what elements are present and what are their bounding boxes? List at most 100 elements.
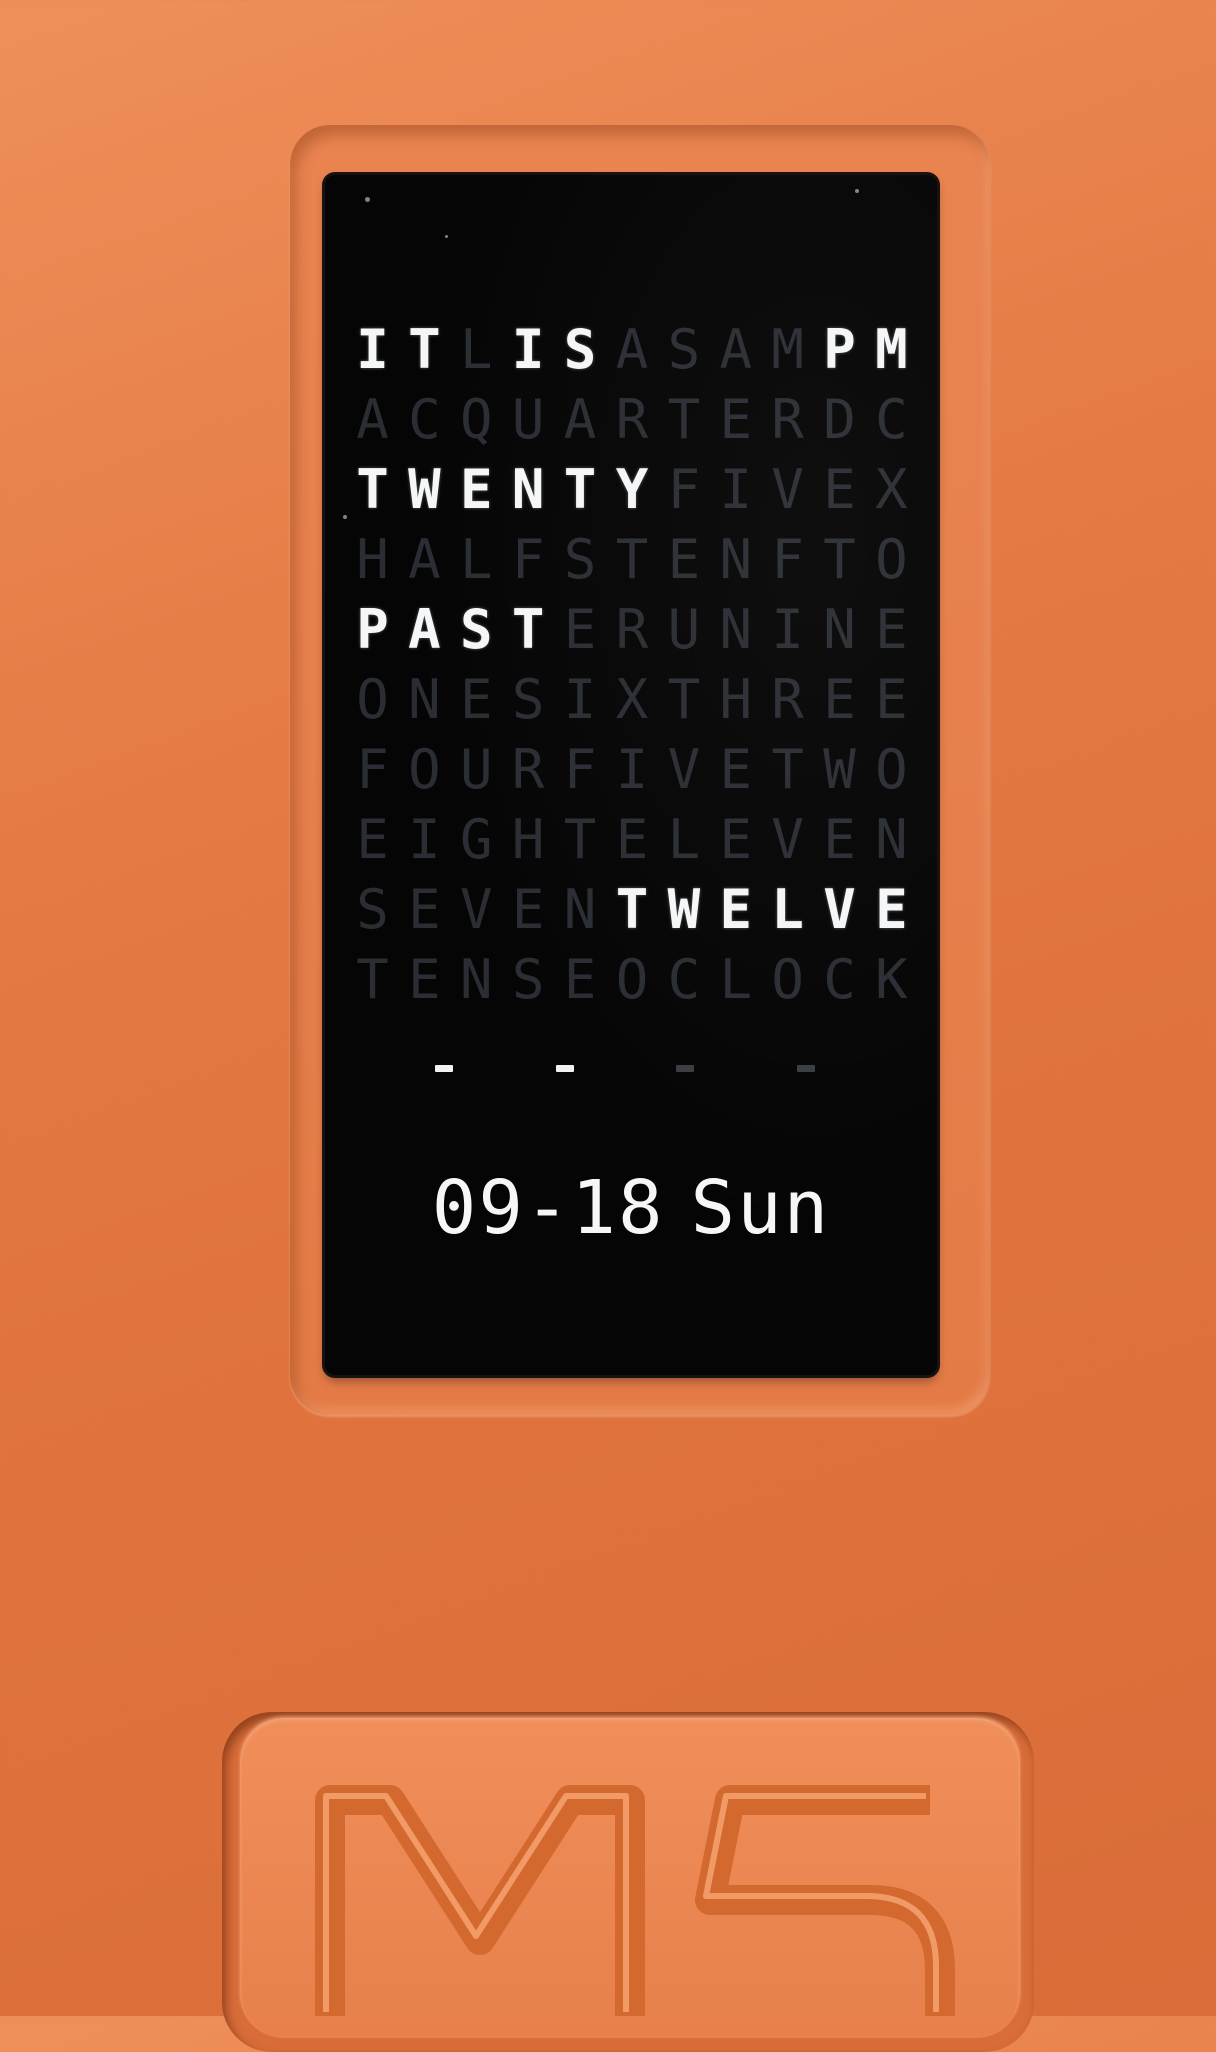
unlit-letter: N [408,668,441,731]
unlit-letter: L [460,318,493,381]
lit-letter: E [460,458,493,521]
grid-row: FOURFIVETWO [347,735,917,805]
unlit-letter: R [511,738,545,801]
unlit-letter: S [667,318,701,381]
unlit-letter: G [460,808,493,871]
unlit-letter: I [771,598,804,661]
word-clock-display: ITLISASAMPMACQUARTERDCTWENTYFIVEXHALFSTE… [325,175,937,1375]
unlit-letter: A [408,528,441,591]
unlit-letter: U [511,388,545,451]
grid-row: ONESIXTHREE [347,665,917,735]
lit-letter: N [511,458,545,521]
grid-row: SEVENTWELVE [347,875,917,945]
unlit-letter: H [511,808,545,871]
letter-grid: ITLISASAMPMACQUARTERDCTWENTYFIVEXHALFSTE… [347,315,917,1015]
lit-letter: T [356,458,389,521]
unlit-letter: O [356,668,389,731]
unlit-letter: C [823,948,856,1011]
unlit-letter: E [719,388,752,451]
lit-letter: T [511,598,545,661]
lit-letter: W [408,458,441,521]
unlit-letter: E [823,458,856,521]
lit-letter: I [511,318,545,381]
device-body: ITLISASAMPMACQUARTERDCTWENTYFIVEXHALFSTE… [0,0,1216,2052]
unlit-letter: F [667,458,701,521]
lit-letter: E [719,878,752,941]
lit-letter: E [875,878,908,941]
unlit-letter: C [667,948,701,1011]
unlit-letter: O [408,738,441,801]
unlit-letter: T [563,808,597,871]
unlit-letter: N [460,948,493,1011]
unlit-letter: L [667,808,701,871]
unlit-letter: K [875,948,908,1011]
unlit-letter: N [875,808,908,871]
unlit-letter: A [356,388,389,451]
unlit-letter: O [875,528,908,591]
unlit-letter: Q [460,388,493,451]
lit-letter: I [356,318,389,381]
unlit-letter: I [563,668,597,731]
m5-logo-icon [310,1770,970,2016]
unlit-letter: V [771,808,804,871]
unlit-letter: X [615,668,649,731]
lit-letter: A [408,598,441,661]
unlit-letter: I [408,808,441,871]
unlit-letter: R [771,388,804,451]
unlit-letter: T [667,388,701,451]
unlit-letter: V [460,878,493,941]
grid-row: ITLISASAMPM [347,315,917,385]
seconds-dash [676,1065,695,1072]
unlit-letter: N [719,528,752,591]
unlit-letter: E [563,598,597,661]
unlit-letter: A [563,388,597,451]
lit-letter: T [563,458,597,521]
lit-letter: L [771,878,804,941]
unlit-letter: I [719,458,752,521]
unlit-letter: F [771,528,804,591]
unlit-letter: U [667,598,701,661]
unlit-letter: A [719,318,752,381]
unlit-letter: U [460,738,493,801]
unlit-letter: E [719,808,752,871]
grid-row: ACQUARTERDC [347,385,917,455]
unlit-letter: S [511,948,545,1011]
unlit-letter: M [771,318,804,381]
lit-letter: W [667,878,701,941]
unlit-letter: L [460,528,493,591]
unlit-letter: S [563,528,597,591]
unlit-letter: E [460,668,493,731]
grid-row: EIGHTELEVEN [347,805,917,875]
unlit-letter: T [615,528,649,591]
unlit-letter: E [563,948,597,1011]
date-month-day: 09-18 [431,1165,665,1251]
unlit-letter: E [875,668,908,731]
unlit-letter: H [356,528,389,591]
lit-letter: P [356,598,389,661]
unlit-letter: T [771,738,804,801]
unlit-letter: S [356,878,389,941]
unlit-letter: L [719,948,752,1011]
unlit-letter: T [823,528,856,591]
lit-letter: S [563,318,597,381]
lit-letter: T [615,878,649,941]
unlit-letter: I [615,738,649,801]
unlit-letter: E [511,878,545,941]
unlit-letter: F [511,528,545,591]
unlit-letter: S [511,668,545,731]
unlit-letter: V [667,738,701,801]
unlit-letter: N [823,598,856,661]
unlit-letter: E [823,668,856,731]
unlit-letter: N [719,598,752,661]
lit-letter: V [823,878,856,941]
unlit-letter: A [615,318,649,381]
seconds-dash [435,1065,453,1072]
unlit-letter: T [667,668,701,731]
unlit-letter: E [719,738,752,801]
unlit-letter: O [615,948,649,1011]
unlit-letter: T [356,948,389,1011]
lit-letter: T [408,318,441,381]
unlit-letter: O [771,948,804,1011]
unlit-letter: D [823,388,856,451]
unlit-letter: V [771,458,804,521]
